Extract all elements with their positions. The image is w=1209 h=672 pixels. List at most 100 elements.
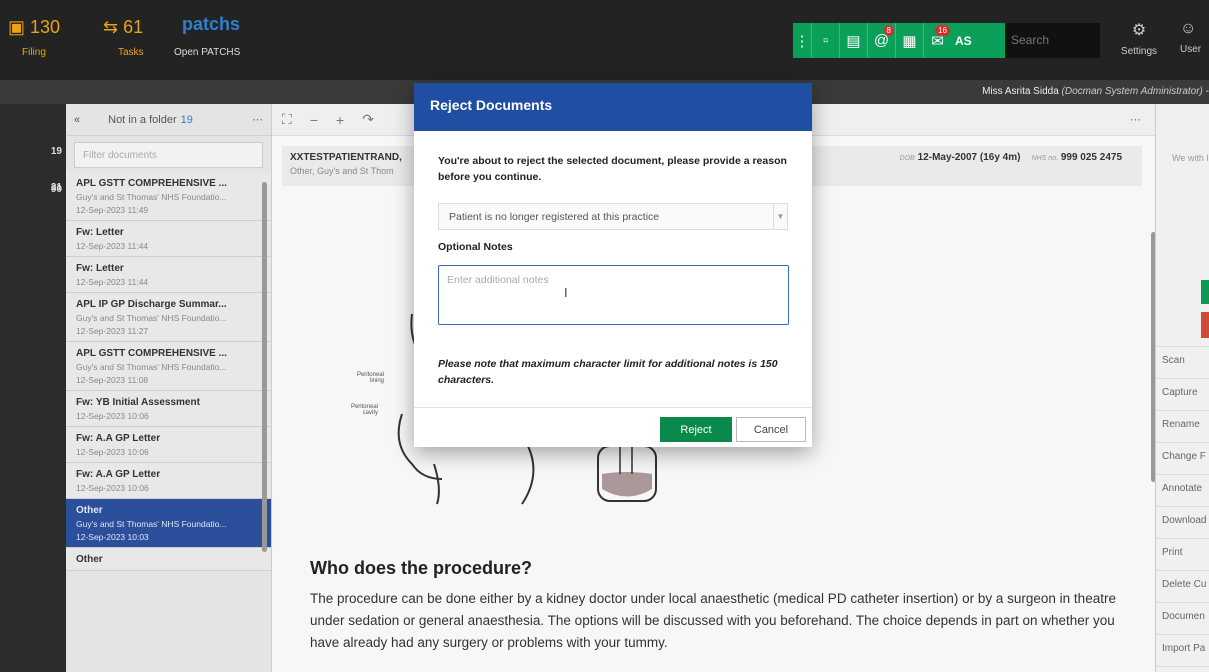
action-item[interactable]: Rename xyxy=(1156,410,1209,439)
nav-count[interactable]: 19 xyxy=(51,146,62,157)
document-date: 12-Sep-2023 10:06 xyxy=(76,483,149,493)
folder-name[interactable]: Not in a folder xyxy=(108,114,176,126)
viewer-more-icon[interactable]: ⋯ xyxy=(1130,113,1141,126)
user-initials[interactable]: AS xyxy=(955,34,972,48)
patient-org: Other, Guy's and St Thom xyxy=(290,166,394,176)
contacts-icon[interactable]: ▦ xyxy=(895,23,923,58)
zoom-out-icon[interactable]: − xyxy=(310,112,318,128)
search-input[interactable]: Search xyxy=(1005,23,1100,58)
folder-count: 19 xyxy=(180,113,193,126)
logged-in-user: Miss Asrita Sidda (Docman System Adminis… xyxy=(982,86,1209,97)
document-list-item[interactable]: Fw: A.A GP Letter 12-Sep-2023 10:06 xyxy=(66,427,271,463)
action-item[interactable]: Annotate xyxy=(1156,474,1209,503)
document-list-scrollbar[interactable] xyxy=(262,182,267,552)
document-list-item[interactable]: APL GSTT COMPREHENSIVE ... Guy's and St T… xyxy=(66,172,271,221)
action-item[interactable]: Download xyxy=(1156,506,1209,535)
mention-icon[interactable]: @8 xyxy=(867,23,895,58)
document-list-item[interactable]: Fw: Letter 12-Sep-2023 11:44 xyxy=(66,221,271,257)
fit-screen-icon[interactable]: ⛶ xyxy=(282,111,292,128)
more-options-icon[interactable]: ⋯ xyxy=(252,113,263,126)
inbox-badge: 16 xyxy=(935,25,950,36)
user-button[interactable]: ☺ User xyxy=(1180,20,1209,55)
settings-label: Settings xyxy=(1120,46,1158,57)
document-list-item[interactable]: Fw: Letter 12-Sep-2023 11:44 xyxy=(66,257,271,293)
action-item[interactable]: Change F xyxy=(1156,442,1209,471)
open-patchs-link[interactable]: Open PATCHS xyxy=(174,47,240,58)
document-org: Guy's and St Thomas' NHS Foundatio... xyxy=(76,362,227,372)
document-title: Fw: A.A GP Letter xyxy=(76,469,161,480)
approve-button[interactable] xyxy=(1201,280,1209,304)
optional-notes-input[interactable] xyxy=(438,265,789,325)
chevron-down-icon[interactable]: ▼ xyxy=(773,204,787,229)
section-paragraph: The procedure can be done either by a ki… xyxy=(310,591,1116,650)
document-list-item[interactable]: APL IP GP Discharge Summar... Guy's and S… xyxy=(66,293,271,342)
document-list-item[interactable]: APL GSTT COMPREHENSIVE ... Guy's and St T… xyxy=(66,342,271,391)
document-date: 12-Sep-2023 11:44 xyxy=(76,241,149,251)
tasks-label[interactable]: Tasks xyxy=(118,47,144,58)
reject-side-button[interactable] xyxy=(1201,312,1209,338)
action-item[interactable]: Scan xyxy=(1156,346,1209,375)
document-date: 12-Sep-2023 11:49 xyxy=(76,205,149,215)
document-list-item[interactable]: Fw: YB Initial Assessment 12-Sep-2023 10:… xyxy=(66,391,271,427)
dialog-footer: Reject Cancel xyxy=(414,407,812,447)
document-title: Other xyxy=(76,554,103,565)
action-item[interactable]: Import Pa xyxy=(1156,634,1209,663)
document-date: 12-Sep-2023 10:06 xyxy=(76,447,149,457)
document-org: Guy's and St Thomas' NHS Foundatio... xyxy=(76,313,227,323)
rotate-icon[interactable]: ↷ xyxy=(362,111,374,128)
action-item[interactable]: Print xyxy=(1156,538,1209,567)
document-title: APL IP GP Discharge Summar... xyxy=(76,299,227,310)
cancel-button[interactable]: Cancel xyxy=(736,417,806,442)
document-date: 12-Sep-2023 11:44 xyxy=(76,277,149,287)
action-item[interactable]: Delete Cu xyxy=(1156,570,1209,599)
document-list-item[interactable]: Other xyxy=(66,548,271,571)
left-nav: 19 21 90 xyxy=(0,104,66,672)
quick-actions-bar: ⋮ ▫ ▤ @8 ▦ ✉ 16 AS xyxy=(793,23,1009,58)
chat-icon[interactable]: ▫ xyxy=(811,23,839,58)
action-item[interactable]: Documen xyxy=(1156,602,1209,631)
mention-badge: 8 xyxy=(883,25,894,36)
document-title: Fw: Letter xyxy=(76,227,124,238)
diagram-label: Peritoneal cavity xyxy=(350,404,378,416)
document-list-item[interactable]: Fw: A.A GP Letter 12-Sep-2023 10:06 xyxy=(66,463,271,499)
diagram-label: Peritoneal lining xyxy=(356,372,384,384)
document-date: 12-Sep-2023 11:08 xyxy=(76,375,149,385)
inbox-icon[interactable]: ✉ 16 xyxy=(923,23,951,58)
video-icon[interactable]: ▤ xyxy=(839,23,867,58)
dialog-body: You're about to reject the selected docu… xyxy=(414,131,812,388)
collapse-icon[interactable]: « xyxy=(74,114,80,126)
nav-count[interactable]: 90 xyxy=(51,184,62,195)
panel-message: We with l xyxy=(1172,153,1209,163)
reason-selected-value: Patient is no longer registered at this … xyxy=(449,211,660,223)
filing-counter[interactable]: ▣ 130 xyxy=(8,17,60,38)
document-date: 12-Sep-2023 11:27 xyxy=(76,326,149,336)
settings-button[interactable]: ⚙ Settings xyxy=(1114,20,1164,57)
reject-button[interactable]: Reject xyxy=(660,417,732,442)
patient-name: XXTESTPATIENTRAND, xyxy=(290,152,402,163)
user-icon: ☺ xyxy=(1180,20,1197,37)
action-item[interactable]: Capture xyxy=(1156,378,1209,407)
zoom-in-icon[interactable]: + xyxy=(336,112,344,128)
more-menu-icon[interactable]: ⋮ xyxy=(793,23,811,58)
document-list-panel: « Not in a folder 19 ⋯ Filter documents … xyxy=(66,104,272,672)
document-date: 12-Sep-2023 10:06 xyxy=(76,411,149,421)
reason-select[interactable]: Patient is no longer registered at this … xyxy=(438,203,788,230)
document-org: Guy's and St Thomas' NHS Foundatio... xyxy=(76,192,227,202)
user-label: User xyxy=(1180,44,1202,55)
filter-documents-input[interactable]: Filter documents xyxy=(74,142,263,168)
reject-documents-dialog: Reject Documents You're about to reject … xyxy=(414,83,812,447)
tasks-icon: ⇆ xyxy=(103,17,119,37)
folder-header: « Not in a folder 19 ⋯ xyxy=(66,104,271,136)
tasks-counter[interactable]: ⇆ 61 xyxy=(103,17,143,38)
document-title: Fw: Letter xyxy=(76,263,124,274)
patchs-logo[interactable]: patchs xyxy=(182,14,240,35)
document-title: Fw: YB Initial Assessment xyxy=(76,397,200,408)
filing-icon: ▣ xyxy=(8,17,26,37)
document-list-item[interactable]: Other Guy's and St Thomas' NHS Foundatio.… xyxy=(66,499,271,548)
action-item[interactable]: OCSSR xyxy=(1156,666,1209,672)
text-cursor-icon: I xyxy=(564,285,568,300)
filing-label[interactable]: Filing xyxy=(22,47,46,58)
document-title: Other xyxy=(76,505,103,516)
section-heading: Who does the procedure? xyxy=(310,558,533,578)
document-date: 12-Sep-2023 10:03 xyxy=(76,532,149,542)
